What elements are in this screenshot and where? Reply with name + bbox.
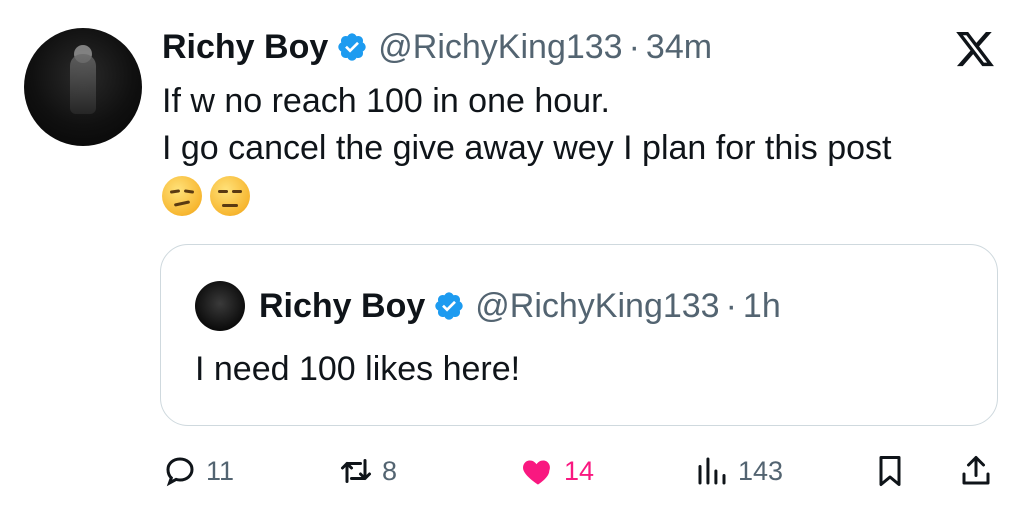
reply-button[interactable]: 11 xyxy=(162,448,234,494)
reply-count: 11 xyxy=(206,455,235,486)
quoted-author-name: Richy Boy xyxy=(259,286,426,325)
post-text: If w no reach 100 in one hour. I go canc… xyxy=(162,78,1002,172)
quoted-author-handle: @RichyKing133 xyxy=(475,286,720,325)
x-logo-icon xyxy=(956,31,994,67)
bookmark-icon xyxy=(879,456,901,486)
unamused-face-emoji-icon xyxy=(210,176,250,216)
like-count: 14 xyxy=(564,455,595,486)
post-header: Richy Boy @RichyKing133 · 34m xyxy=(162,22,712,72)
post-action-bar: 11 8 14 143 xyxy=(0,448,1024,494)
verified-badge-icon xyxy=(435,292,463,320)
repost-count: 8 xyxy=(382,455,398,486)
quoted-author-avatar xyxy=(195,281,245,331)
bookmark-button[interactable] xyxy=(872,448,908,494)
post-text-line: I go cancel the give away wey I plan for… xyxy=(162,129,892,167)
author-handle[interactable]: @RichyKing133 xyxy=(378,28,622,67)
separator-dot: · xyxy=(725,286,737,325)
share-icon xyxy=(962,456,990,485)
like-button[interactable]: 14 xyxy=(520,448,594,494)
quoted-post-text: I need 100 likes here! xyxy=(195,350,521,388)
author-avatar[interactable] xyxy=(24,28,142,146)
quoted-post-card[interactable]: Richy Boy @RichyKing133 · 1h I need 100 … xyxy=(160,244,998,426)
post-timestamp[interactable]: 34m xyxy=(646,28,712,67)
views-button[interactable]: 143 xyxy=(694,448,783,494)
repost-button[interactable]: 8 xyxy=(338,448,397,494)
views-bar-chart-icon xyxy=(698,457,726,485)
views-count: 143 xyxy=(738,455,784,486)
share-button[interactable] xyxy=(958,448,994,494)
separator-dot: · xyxy=(628,27,640,66)
heart-icon xyxy=(523,460,550,485)
post-text-line: If w no reach 100 in one hour. xyxy=(162,82,610,120)
verified-badge-icon xyxy=(338,33,366,61)
avatar-figure-body xyxy=(70,53,96,114)
quoted-post-header: Richy Boy @RichyKing133 · 1h xyxy=(259,281,781,331)
smirking-face-emoji-icon xyxy=(162,176,202,216)
post-emojis xyxy=(162,176,250,216)
repost-icon xyxy=(341,459,371,483)
quoted-post-timestamp: 1h xyxy=(742,286,781,325)
reply-icon xyxy=(166,457,194,487)
author-name[interactable]: Richy Boy xyxy=(162,28,328,67)
